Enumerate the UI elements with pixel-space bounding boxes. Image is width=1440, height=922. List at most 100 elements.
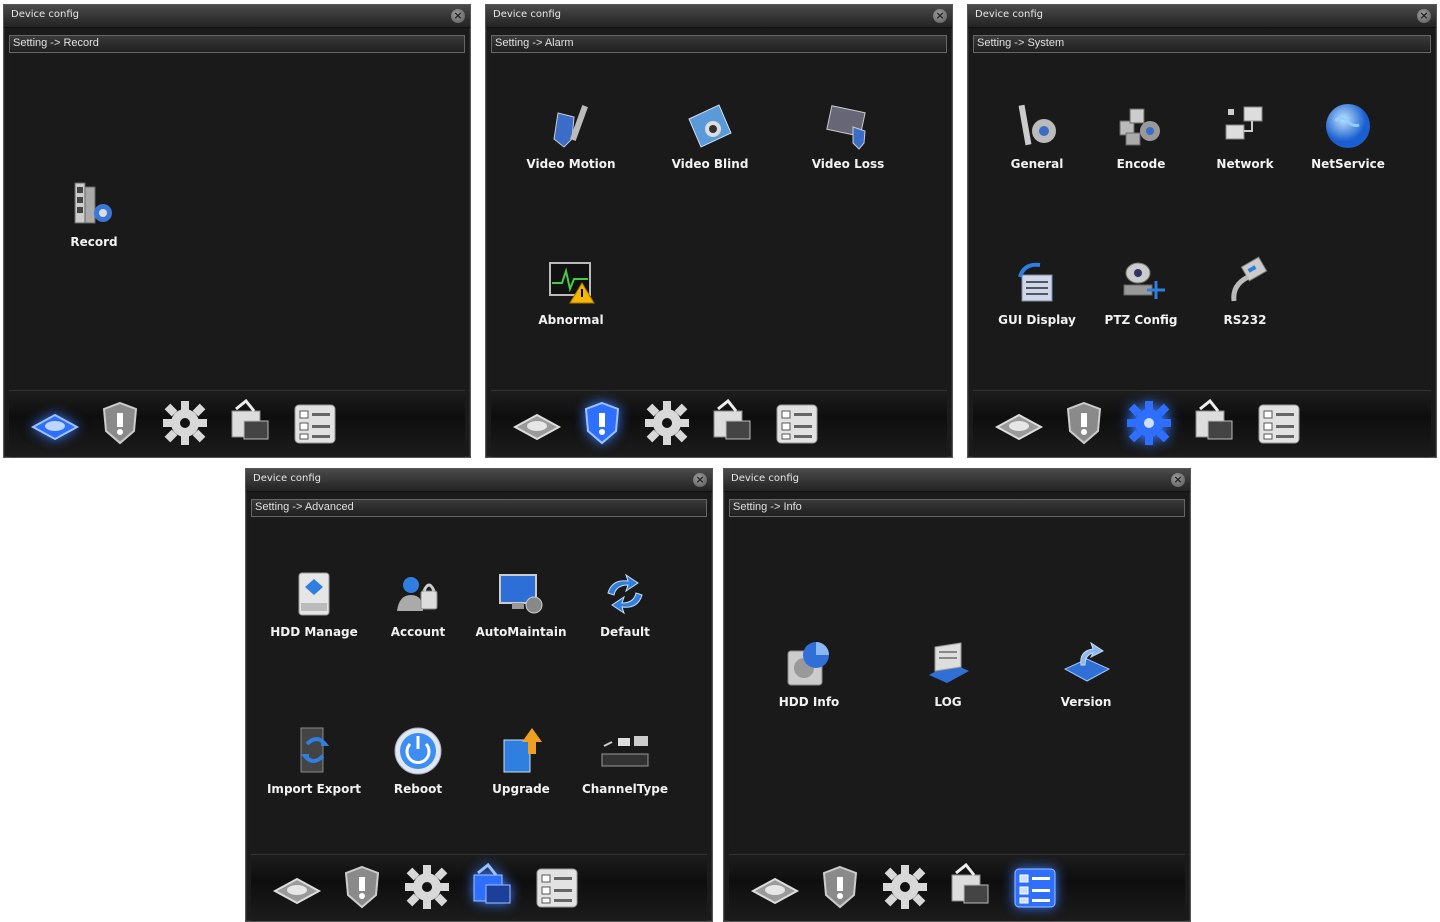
menu-item-gui-display[interactable]: GUI Display <box>977 255 1097 327</box>
video-blind-icon <box>683 99 737 153</box>
window-titlebar[interactable]: Device config × <box>724 469 1190 492</box>
menu-item-automaintain[interactable]: AutoMaintain <box>461 567 581 639</box>
gui-display-icon <box>1010 255 1064 309</box>
toolbar-info-button[interactable] <box>1009 861 1061 913</box>
menu-item-label: RS232 <box>1223 313 1267 327</box>
toolbar-advanced-button[interactable] <box>944 861 996 913</box>
menu-item-abnormal[interactable]: Abnormal <box>511 255 631 327</box>
close-icon[interactable]: × <box>1417 9 1431 23</box>
menu-item-label: GUI Display <box>998 313 1076 327</box>
toolbar-advanced-button[interactable] <box>466 861 518 913</box>
breadcrumb-text: Setting -> Alarm <box>495 37 574 49</box>
reboot-icon <box>391 724 445 778</box>
log-icon <box>921 637 975 691</box>
window-titlebar[interactable]: Device config × <box>968 5 1436 28</box>
menu-item-label: Upgrade <box>492 782 550 796</box>
menu-item-rs232[interactable]: RS232 <box>1185 255 1305 327</box>
menu-item-video-motion[interactable]: Video Motion <box>511 99 631 171</box>
menu-item-hdd-manage[interactable]: HDD Manage <box>254 567 374 639</box>
toolbar-alarm-button[interactable] <box>336 861 388 913</box>
menu-item-log[interactable]: LOG <box>888 637 1008 709</box>
breadcrumb: Setting -> Advanced <box>251 499 707 517</box>
toolbar-advanced-button[interactable] <box>706 397 758 449</box>
toolbar-system-button[interactable] <box>159 397 211 449</box>
toolbar-info-button[interactable] <box>531 861 583 913</box>
toolbar-alarm-button[interactable] <box>94 397 146 449</box>
bottom-toolbar <box>9 390 465 457</box>
device-config-window-alarm: Device config × Setting -> Alarm Video M… <box>485 4 953 458</box>
menu-item-label: AutoMaintain <box>475 625 567 639</box>
menu-item-hdd-info[interactable]: HDD Info <box>749 637 869 709</box>
toolbar-info-button[interactable] <box>289 397 341 449</box>
toolbar-alarm-button[interactable] <box>576 397 628 449</box>
window-titlebar[interactable]: Device config × <box>486 5 952 28</box>
toolbar-record-button[interactable] <box>993 397 1045 449</box>
menu-item-import-export[interactable]: Import Export <box>254 724 374 796</box>
device-config-window-advanced: Device config × Setting -> Advanced HDD … <box>245 468 713 922</box>
menu-item-encode[interactable]: Encode <box>1081 99 1201 171</box>
menu-item-ptz-config[interactable]: PTZ Config <box>1081 255 1201 327</box>
toolbar-record-button[interactable] <box>29 397 81 449</box>
close-icon[interactable]: × <box>693 473 707 487</box>
upgrade-icon <box>494 724 548 778</box>
menu-item-version[interactable]: Version <box>1026 637 1146 709</box>
menu-item-video-blind[interactable]: Video Blind <box>650 99 770 171</box>
menu-item-label: Network <box>1216 157 1274 171</box>
toolbar-system-button[interactable] <box>641 397 693 449</box>
menu-item-label: Abnormal <box>538 313 604 327</box>
network-icon <box>1218 99 1272 153</box>
toolbar-record-button[interactable] <box>749 861 801 913</box>
close-icon[interactable]: × <box>451 9 465 23</box>
bottom-toolbar <box>729 854 1185 921</box>
toolbar-record-button[interactable] <box>511 397 563 449</box>
bottom-toolbar <box>973 390 1431 457</box>
toolbar-info-button[interactable] <box>1253 397 1305 449</box>
toolbar-system-button[interactable] <box>1123 397 1175 449</box>
menu-item-reboot[interactable]: Reboot <box>358 724 478 796</box>
menu-item-video-loss[interactable]: Video Loss <box>788 99 908 171</box>
breadcrumb: Setting -> Record <box>9 35 465 53</box>
menu-item-default[interactable]: Default <box>565 567 685 639</box>
toolbar-system-button[interactable] <box>401 861 453 913</box>
automaintain-icon <box>494 567 548 621</box>
toolbar-info-button[interactable] <box>771 397 823 449</box>
menu-item-label: Default <box>600 625 650 639</box>
toolbar-alarm-button[interactable] <box>1058 397 1110 449</box>
menu-item-channeltype[interactable]: ChannelType <box>565 724 685 796</box>
content-area: General Encode Network NetService GUI Di… <box>973 55 1431 389</box>
toolbar-system-button[interactable] <box>879 861 931 913</box>
menu-item-label: NetService <box>1311 157 1385 171</box>
window-title: Device config <box>731 473 799 484</box>
encode-icon <box>1114 99 1168 153</box>
window-titlebar[interactable]: Device config × <box>246 469 712 492</box>
breadcrumb: Setting -> Info <box>729 499 1185 517</box>
close-icon[interactable]: × <box>1171 473 1185 487</box>
menu-item-record[interactable]: Record <box>34 177 154 249</box>
menu-item-label: General <box>1010 157 1064 171</box>
menu-item-label: Encode <box>1116 157 1166 171</box>
menu-item-account[interactable]: Account <box>358 567 478 639</box>
close-icon[interactable]: × <box>933 9 947 23</box>
toolbar-advanced-button[interactable] <box>224 397 276 449</box>
toolbar-advanced-button[interactable] <box>1188 397 1240 449</box>
menu-item-general[interactable]: General <box>977 99 1097 171</box>
window-titlebar[interactable]: Device config × <box>4 5 470 28</box>
content-area: Video Motion Video Blind Video Loss Abno… <box>491 55 947 389</box>
toolbar-record-button[interactable] <box>271 861 323 913</box>
menu-item-network[interactable]: Network <box>1185 99 1305 171</box>
hdd-info-icon <box>782 637 836 691</box>
breadcrumb: Setting -> Alarm <box>491 35 947 53</box>
record-icon <box>67 177 121 231</box>
menu-item-netservice[interactable]: NetService <box>1288 99 1408 171</box>
toolbar-alarm-button[interactable] <box>814 861 866 913</box>
breadcrumb-text: Setting -> System <box>977 37 1065 49</box>
menu-item-label: Video Blind <box>671 157 749 171</box>
menu-item-label: ChannelType <box>581 782 669 796</box>
menu-item-label: Video Loss <box>811 157 885 171</box>
content-area: Record <box>9 55 465 389</box>
default-icon <box>598 567 652 621</box>
hdd-manage-icon <box>287 567 341 621</box>
window-title: Device config <box>975 9 1043 20</box>
account-icon <box>391 567 445 621</box>
menu-item-upgrade[interactable]: Upgrade <box>461 724 581 796</box>
